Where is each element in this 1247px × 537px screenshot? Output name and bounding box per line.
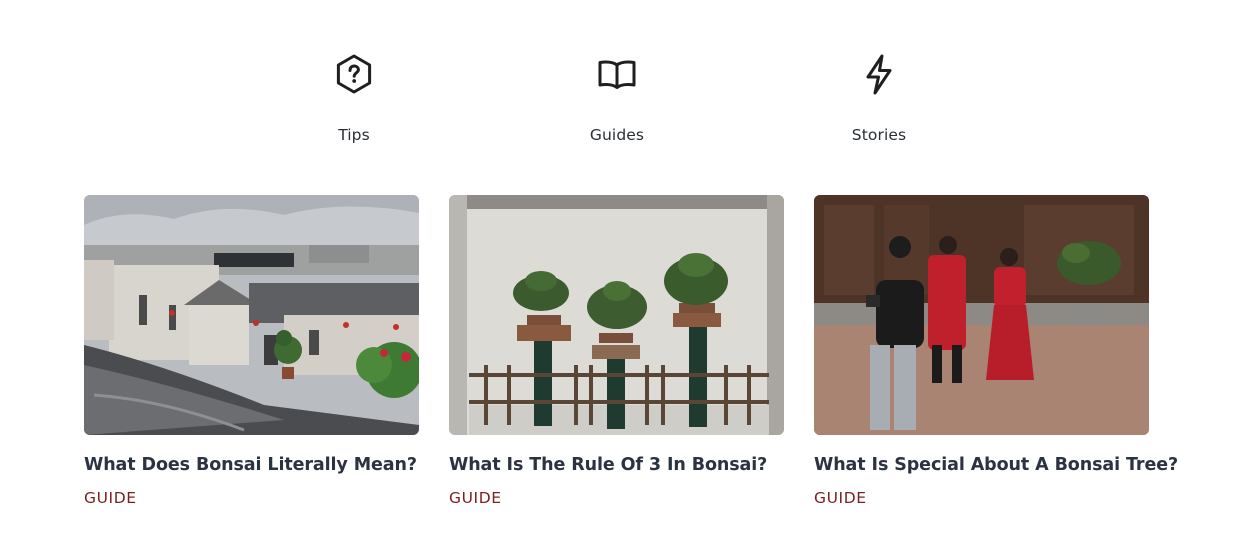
lightning-bolt-icon: [866, 54, 892, 95]
article-title[interactable]: What Is The Rule Of 3 In Bonsai?: [449, 455, 784, 475]
category-stories[interactable]: Stories: [799, 52, 959, 144]
category-label: Stories: [851, 126, 907, 144]
category-label: Tips: [338, 126, 370, 144]
article-title[interactable]: What Is Special About A Bonsai Tree?: [814, 455, 1178, 475]
category-label: Guides: [589, 126, 645, 144]
category-tag[interactable]: GUIDE: [449, 489, 784, 507]
question-hexagon-icon: [336, 54, 372, 94]
category-guides[interactable]: Guides: [537, 52, 697, 144]
bonsai-trees-on-pedestals-photo[interactable]: [449, 195, 784, 435]
article-card[interactable]: What Is The Rule Of 3 In Bonsai? GUIDE: [449, 195, 784, 507]
open-book-icon: [598, 60, 636, 89]
couple-in-red-photoshoot-courtyard-photo[interactable]: [814, 195, 1149, 435]
chinese-village-rooftops-with-bonsai-photo[interactable]: [84, 195, 419, 435]
page: Tips Guides Stories What Does Bonsai Lit…: [0, 0, 1247, 537]
category-tips[interactable]: Tips: [274, 52, 434, 144]
article-card[interactable]: What Does Bonsai Literally Mean? GUIDE: [84, 195, 419, 507]
article-card[interactable]: What Is Special About A Bonsai Tree? GUI…: [814, 195, 1178, 507]
article-title[interactable]: What Does Bonsai Literally Mean?: [84, 455, 419, 475]
category-tag[interactable]: GUIDE: [84, 489, 419, 507]
category-tag[interactable]: GUIDE: [814, 489, 1149, 507]
